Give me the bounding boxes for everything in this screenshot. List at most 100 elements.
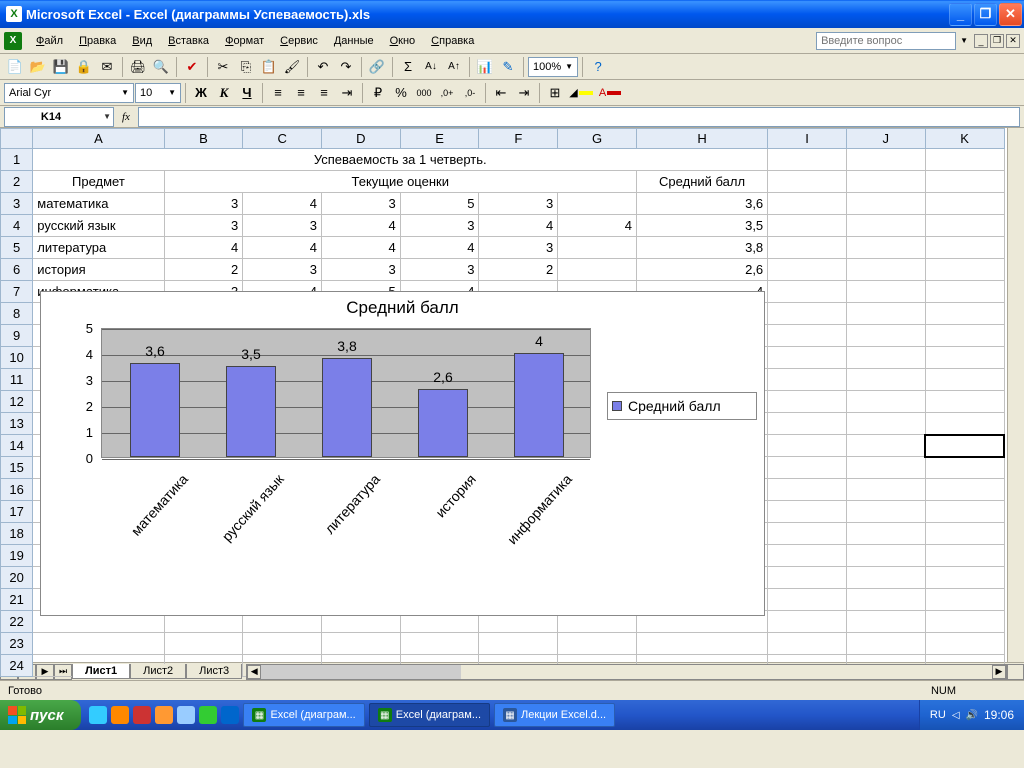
format-painter-button[interactable]: 🖌 — [281, 56, 303, 78]
row-header-15[interactable]: 15 — [1, 457, 33, 479]
mdi-close-button[interactable]: ✕ — [1006, 34, 1020, 48]
row-header-19[interactable]: 19 — [1, 545, 33, 567]
cell-G4[interactable]: 4 — [558, 215, 637, 237]
cell-K13[interactable] — [925, 413, 1004, 435]
cell-B4[interactable]: 3 — [164, 215, 243, 237]
cell-A2[interactable]: Предмет — [33, 171, 164, 193]
scroll-left-icon[interactable]: ◀ — [247, 665, 261, 679]
cell-H5[interactable]: 3,8 — [636, 237, 767, 259]
undo-button[interactable]: ↶ — [312, 56, 334, 78]
quick-launch[interactable] — [89, 706, 239, 724]
tray-icon[interactable]: ◁ — [952, 710, 960, 721]
cell-K20[interactable] — [925, 567, 1004, 589]
maximize-button[interactable]: ❐ — [974, 3, 997, 26]
cell-G3[interactable] — [558, 193, 637, 215]
cell-K16[interactable] — [925, 479, 1004, 501]
cell-K11[interactable] — [925, 369, 1004, 391]
borders-button[interactable]: ⊞ — [544, 82, 566, 104]
sheet-tab-Лист2[interactable]: Лист2 — [130, 664, 186, 679]
cell-C3[interactable]: 4 — [243, 193, 322, 215]
scroll-right-icon[interactable]: ▶ — [992, 665, 1006, 679]
cell-K12[interactable] — [925, 391, 1004, 413]
ql-icon[interactable] — [177, 706, 195, 724]
cell-J9[interactable] — [846, 325, 925, 347]
spelling-button[interactable]: ✔ — [181, 56, 203, 78]
cell-K10[interactable] — [925, 347, 1004, 369]
cell-A3[interactable]: математика — [33, 193, 164, 215]
menu-Сервис[interactable]: Сервис — [272, 32, 326, 50]
cell-E4[interactable]: 3 — [400, 215, 479, 237]
comma-button[interactable]: 000 — [413, 82, 435, 104]
cell-C4[interactable]: 3 — [243, 215, 322, 237]
cell-I19[interactable] — [768, 545, 847, 567]
ql-icon[interactable] — [221, 706, 239, 724]
col-header-B[interactable]: B — [164, 129, 243, 149]
cell-J7[interactable] — [846, 281, 925, 303]
cell-A1[interactable]: Успеваемость за 1 четверть. — [33, 149, 768, 171]
menu-Вставка[interactable]: Вставка — [160, 32, 217, 50]
increase-indent-button[interactable]: ⇥ — [513, 82, 535, 104]
cell-H3[interactable]: 3,6 — [636, 193, 767, 215]
ql-icon[interactable] — [89, 706, 107, 724]
menu-Окно[interactable]: Окно — [382, 32, 424, 50]
cell-B5[interactable]: 4 — [164, 237, 243, 259]
cell-E6[interactable]: 3 — [400, 259, 479, 281]
row-header-12[interactable]: 12 — [1, 391, 33, 413]
cell-I23[interactable] — [768, 633, 847, 655]
cell-E23[interactable] — [400, 633, 479, 655]
decrease-indent-button[interactable]: ⇤ — [490, 82, 512, 104]
cell-J10[interactable] — [846, 347, 925, 369]
cell-J20[interactable] — [846, 567, 925, 589]
cell-J21[interactable] — [846, 589, 925, 611]
font-color-button[interactable]: A — [596, 82, 624, 104]
cell-K7[interactable] — [925, 281, 1004, 303]
cell-I21[interactable] — [768, 589, 847, 611]
cell-J18[interactable] — [846, 523, 925, 545]
align-left-button[interactable]: ≡ — [267, 82, 289, 104]
select-all[interactable] — [1, 129, 33, 149]
col-header-J[interactable]: J — [846, 129, 925, 149]
cell-I18[interactable] — [768, 523, 847, 545]
help-search[interactable] — [816, 32, 956, 50]
cell-I15[interactable] — [768, 457, 847, 479]
ql-icon[interactable] — [111, 706, 129, 724]
row-header-5[interactable]: 5 — [1, 237, 33, 259]
cell-B2[interactable]: Текущие оценки — [164, 171, 636, 193]
row-header-20[interactable]: 20 — [1, 567, 33, 589]
col-header-I[interactable]: I — [768, 129, 847, 149]
zoom-select[interactable]: 100%▼ — [528, 57, 578, 77]
cell-F5[interactable]: 3 — [479, 237, 558, 259]
save-button[interactable]: 💾 — [50, 56, 72, 78]
row-header-22[interactable]: 22 — [1, 611, 33, 633]
font-size-select[interactable]: 10▼ — [135, 83, 181, 103]
merge-center-button[interactable]: ⇥ — [336, 82, 358, 104]
cell-H4[interactable]: 3,5 — [636, 215, 767, 237]
cell-A5[interactable]: литература — [33, 237, 164, 259]
print-button[interactable]: 🖨 — [127, 56, 149, 78]
autosum-button[interactable]: Σ — [397, 56, 419, 78]
cell-D3[interactable]: 3 — [322, 193, 401, 215]
cell-J17[interactable] — [846, 501, 925, 523]
redo-button[interactable]: ↷ — [335, 56, 357, 78]
menu-Файл[interactable]: Файл — [28, 32, 71, 50]
row-header-11[interactable]: 11 — [1, 369, 33, 391]
cell-G6[interactable] — [558, 259, 637, 281]
row-header-24[interactable]: 24 — [1, 655, 33, 677]
increase-decimal-button[interactable]: ,0+ — [436, 82, 458, 104]
cell-F3[interactable]: 3 — [479, 193, 558, 215]
cell-J11[interactable] — [846, 369, 925, 391]
help-input[interactable] — [816, 32, 956, 50]
cell-J23[interactable] — [846, 633, 925, 655]
cell-J16[interactable] — [846, 479, 925, 501]
cell-I22[interactable] — [768, 611, 847, 633]
menu-Справка[interactable]: Справка — [423, 32, 482, 50]
print-preview-button[interactable]: 🔍 — [150, 56, 172, 78]
menu-Вид[interactable]: Вид — [124, 32, 160, 50]
align-center-button[interactable]: ≡ — [290, 82, 312, 104]
cell-B3[interactable]: 3 — [164, 193, 243, 215]
cell-E5[interactable]: 4 — [400, 237, 479, 259]
row-header-3[interactable]: 3 — [1, 193, 33, 215]
cell-K8[interactable] — [925, 303, 1004, 325]
cell-J8[interactable] — [846, 303, 925, 325]
permission-button[interactable]: 🔒 — [73, 56, 95, 78]
